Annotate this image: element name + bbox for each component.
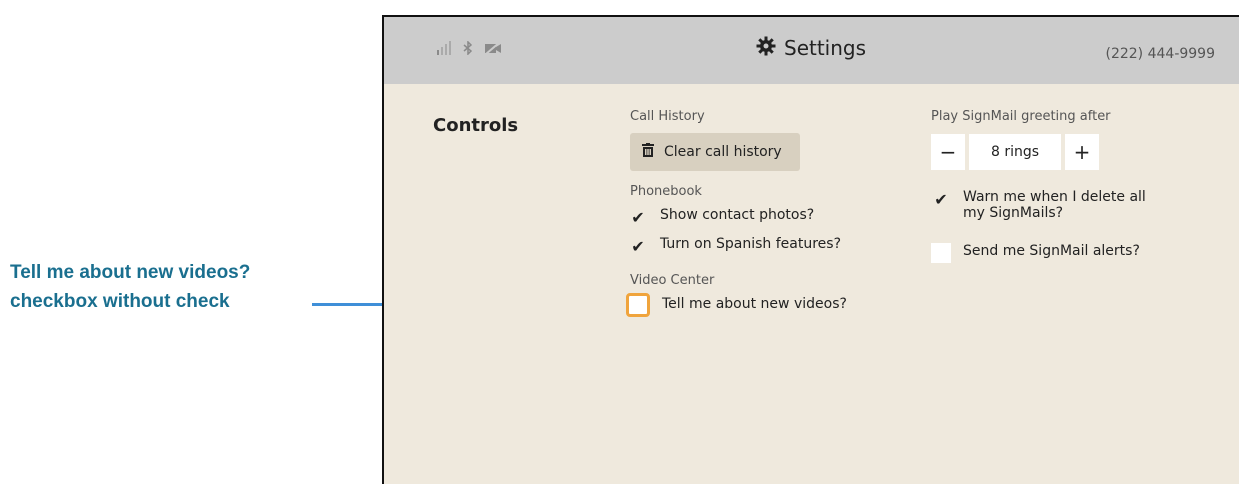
new-videos-label: Tell me about new videos?: [662, 296, 847, 312]
spanish-features-row[interactable]: ✔ Turn on Spanish features?: [628, 236, 841, 256]
signmail-alerts-row[interactable]: Send me SignMail alerts?: [931, 243, 1140, 263]
show-contact-photos-label: Show contact photos?: [660, 207, 815, 223]
show-contact-photos-row[interactable]: ✔ Show contact photos?: [628, 207, 814, 227]
call-history-label: Call History: [630, 109, 705, 124]
clear-call-history-button[interactable]: Clear call history: [630, 133, 800, 171]
gear-icon: [756, 36, 776, 60]
new-videos-checkbox[interactable]: [626, 293, 650, 317]
rings-increment-button[interactable]: +: [1065, 134, 1099, 170]
phonebook-label: Phonebook: [630, 184, 702, 199]
rings-decrement-button[interactable]: −: [931, 134, 965, 170]
spanish-features-checkbox[interactable]: ✔: [628, 236, 648, 256]
warn-delete-label: Warn me when I delete all my SignMails?: [963, 189, 1146, 221]
signmail-alerts-label: Send me SignMail alerts?: [963, 243, 1140, 259]
phone-number: (222) 444-9999: [1105, 46, 1216, 62]
bluetooth-icon: [462, 40, 474, 59]
new-videos-row[interactable]: Tell me about new videos?: [626, 293, 847, 317]
warn-delete-row[interactable]: ✔ Warn me when I delete all my SignMails…: [931, 189, 1161, 221]
section-title-controls: Controls: [433, 115, 519, 136]
rings-value: 8 rings: [969, 134, 1061, 170]
rings-stepper: − 8 rings +: [931, 134, 1099, 170]
callout-line2: checkbox without check: [10, 291, 230, 312]
spanish-features-label: Turn on Spanish features?: [660, 236, 842, 252]
signal-icon: [436, 41, 452, 59]
top-bar: Settings (222) 444-9999: [384, 17, 1239, 84]
settings-screen: Settings (222) 444-9999 Controls Call Hi…: [382, 15, 1239, 484]
annotation-callout: Tell me about new videos? checkbox witho…: [10, 258, 250, 316]
page-title: Settings: [756, 36, 866, 60]
camera-off-icon: [484, 41, 502, 59]
signmail-alerts-checkbox[interactable]: [931, 243, 951, 263]
status-icons: [436, 40, 502, 59]
video-center-label: Video Center: [630, 273, 715, 288]
trash-icon: [642, 143, 654, 161]
clear-call-history-label: Clear call history: [664, 144, 782, 160]
show-contact-photos-checkbox[interactable]: ✔: [628, 207, 648, 227]
signmail-greeting-label: Play SignMail greeting after: [931, 109, 1111, 124]
title-text: Settings: [784, 36, 867, 60]
callout-line1: Tell me about new videos?: [10, 262, 251, 283]
warn-delete-checkbox[interactable]: ✔: [931, 189, 951, 209]
